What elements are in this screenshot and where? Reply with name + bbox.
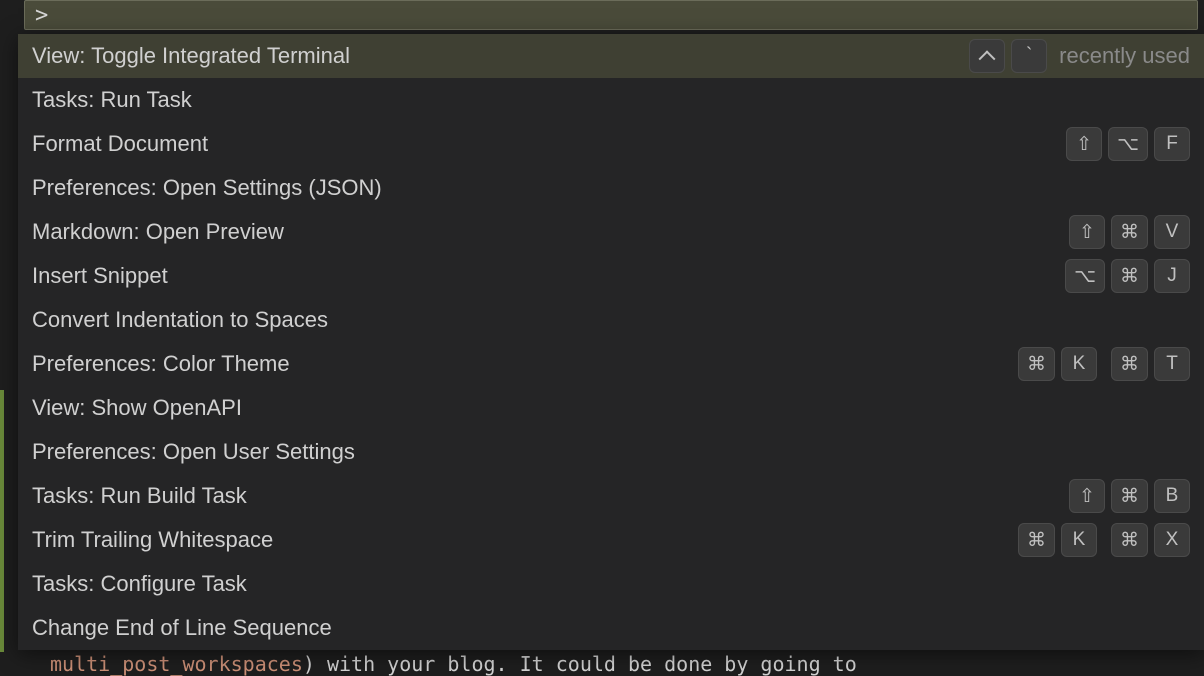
command-item-label: Change End of Line Sequence bbox=[32, 615, 332, 641]
command-item-right: ` recently used bbox=[969, 39, 1190, 73]
keybinding-chord: ⇧⌘V bbox=[1069, 215, 1190, 249]
keybinding-chord: ⇧⌘B bbox=[1069, 479, 1190, 513]
keycap: T bbox=[1154, 347, 1190, 381]
command-item[interactable]: Tasks: Run Build Task ⇧⌘B bbox=[18, 474, 1204, 518]
keycap: ⇧ bbox=[1069, 215, 1105, 249]
keycap: ⌘ bbox=[1111, 259, 1148, 293]
command-item[interactable]: View: Toggle Integrated Terminal ` recentl… bbox=[18, 34, 1204, 78]
keybinding-chord: ⇧⌥F bbox=[1066, 127, 1190, 161]
command-item-label: View: Toggle Integrated Terminal bbox=[32, 43, 350, 69]
command-item-label: Convert Indentation to Spaces bbox=[32, 307, 328, 333]
command-results-list: View: Toggle Integrated Terminal ` recentl… bbox=[18, 34, 1204, 650]
chevron-up-icon bbox=[969, 39, 1005, 73]
command-item-label: Preferences: Color Theme bbox=[32, 351, 290, 377]
keycap: ⌘ bbox=[1111, 479, 1148, 513]
command-item-label: Tasks: Run Task bbox=[32, 87, 192, 113]
keycap: ⌘ bbox=[1018, 523, 1055, 557]
command-item-label: Markdown: Open Preview bbox=[32, 219, 284, 245]
command-item-label: Trim Trailing Whitespace bbox=[32, 527, 273, 553]
command-item-label: Insert Snippet bbox=[32, 263, 168, 289]
command-item-right: ⇧⌘V bbox=[1069, 215, 1190, 249]
keycap: ` bbox=[1011, 39, 1047, 73]
keycap: ⌥ bbox=[1108, 127, 1148, 161]
keycap: ⇧ bbox=[1066, 127, 1102, 161]
keycap: ⌥ bbox=[1065, 259, 1105, 293]
command-item-label: Preferences: Open User Settings bbox=[32, 439, 355, 465]
command-item[interactable]: Preferences: Open User Settings bbox=[18, 430, 1204, 474]
keycap: V bbox=[1154, 215, 1190, 249]
command-input-wrapper[interactable]: > bbox=[24, 0, 1198, 30]
command-item-label: Tasks: Configure Task bbox=[32, 571, 247, 597]
command-item-label: View: Show OpenAPI bbox=[32, 395, 242, 421]
keybinding-chord: ⌘T bbox=[1111, 347, 1190, 381]
command-item-label: Preferences: Open Settings (JSON) bbox=[32, 175, 382, 201]
keycap: ⇧ bbox=[1069, 479, 1105, 513]
command-item-right: ⇧⌘B bbox=[1069, 479, 1190, 513]
recently-used-hint: recently used bbox=[1059, 43, 1190, 69]
command-item-label: Tasks: Run Build Task bbox=[32, 483, 247, 509]
command-item[interactable]: Format Document ⇧⌥F bbox=[18, 122, 1204, 166]
command-item-right: ⌥⌘J bbox=[1065, 259, 1190, 293]
keycap: ⌘ bbox=[1111, 347, 1148, 381]
keycap: B bbox=[1154, 479, 1190, 513]
command-item[interactable]: Insert Snippet ⌥⌘J bbox=[18, 254, 1204, 298]
command-item[interactable]: Change End of Line Sequence bbox=[18, 606, 1204, 650]
editor-gutter-diff bbox=[0, 390, 4, 676]
command-item[interactable]: Markdown: Open Preview ⇧⌘V bbox=[18, 210, 1204, 254]
keycap: F bbox=[1154, 127, 1190, 161]
keycap: K bbox=[1061, 523, 1097, 557]
editor-left-sliver bbox=[0, 0, 18, 390]
keybinding-chord: ⌘X bbox=[1111, 523, 1190, 557]
command-item[interactable]: Trim Trailing Whitespace⌘K⌘X bbox=[18, 518, 1204, 562]
command-input-prefix: > bbox=[35, 3, 48, 28]
command-item-right: ⌘K⌘T bbox=[1018, 347, 1190, 381]
command-item[interactable]: Preferences: Color Theme⌘K⌘T bbox=[18, 342, 1204, 386]
keycap: ⌘ bbox=[1018, 347, 1055, 381]
keycap: ⌘ bbox=[1111, 215, 1148, 249]
command-item-right: ⇧⌥F bbox=[1066, 127, 1190, 161]
keycap: ⌘ bbox=[1111, 523, 1148, 557]
command-item[interactable]: View: Show OpenAPI bbox=[18, 386, 1204, 430]
keybinding-chord: ⌘K bbox=[1018, 523, 1097, 557]
command-item[interactable]: Preferences: Open Settings (JSON) bbox=[18, 166, 1204, 210]
command-item-right: ⌘K⌘X bbox=[1018, 523, 1190, 557]
command-item[interactable]: Convert Indentation to Spaces bbox=[18, 298, 1204, 342]
keycap: X bbox=[1154, 523, 1190, 557]
command-item[interactable]: Tasks: Configure Task bbox=[18, 562, 1204, 606]
command-item[interactable]: Tasks: Run Task bbox=[18, 78, 1204, 122]
keybinding-chord: ⌥⌘J bbox=[1065, 259, 1190, 293]
keycap: J bbox=[1154, 259, 1190, 293]
command-palette: > View: Toggle Integrated Terminal ` recen… bbox=[18, 0, 1204, 676]
keybinding-chord: ⌘K bbox=[1018, 347, 1097, 381]
command-item-label: Format Document bbox=[32, 131, 208, 157]
keycap: K bbox=[1061, 347, 1097, 381]
